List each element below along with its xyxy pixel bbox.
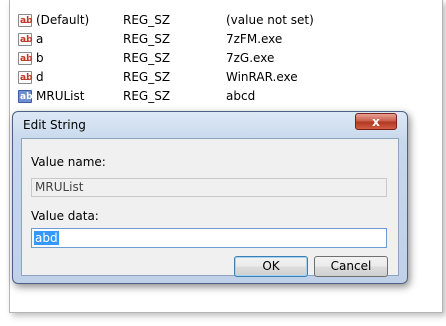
registry-value-name: (Default) <box>36 13 90 27</box>
registry-row-d[interactable]: ab d REG_SZ WinRAR.exe <box>18 69 428 87</box>
value-name-label: Value name: <box>31 155 106 169</box>
dialog-body: Value name: MRUList Value data: abd OK C… <box>21 138 399 277</box>
value-data-label: Value data: <box>31 209 99 223</box>
string-value-selected-icon: ab <box>18 90 33 103</box>
registry-value-name: MRUList <box>36 89 85 103</box>
registry-value-name: d <box>36 70 44 84</box>
registry-value-data: abcd <box>226 89 256 103</box>
registry-row-a[interactable]: ab a REG_SZ 7zFM.exe <box>18 31 428 49</box>
cancel-button[interactable]: Cancel <box>314 256 388 277</box>
registry-value-data: 7zFM.exe <box>226 32 283 46</box>
registry-value-name: b <box>36 51 44 65</box>
registry-value-data: WinRAR.exe <box>226 70 298 84</box>
string-value-icon: ab <box>18 52 33 65</box>
edit-string-dialog: Edit String x Value name: MRUList Value … <box>12 111 408 284</box>
value-name-field: MRUList <box>31 178 387 197</box>
value-data-input[interactable]: abd <box>31 228 387 248</box>
close-button[interactable]: x <box>355 113 397 130</box>
registry-value-data: 7zG.exe <box>226 51 275 65</box>
registry-row-b[interactable]: ab b REG_SZ 7zG.exe <box>18 50 428 68</box>
registry-value-type: REG_SZ <box>123 89 171 103</box>
registry-value-type: REG_SZ <box>123 32 171 46</box>
registry-value-type: REG_SZ <box>123 51 171 65</box>
dialog-title: Edit String <box>23 118 86 132</box>
registry-value-name: a <box>36 32 44 46</box>
value-data-text: abd <box>34 231 59 245</box>
string-value-icon: ab <box>18 33 33 46</box>
registry-value-data: (value not set) <box>226 13 314 27</box>
registry-value-type: REG_SZ <box>123 13 171 27</box>
ok-button[interactable]: OK <box>234 256 308 277</box>
close-icon: x <box>372 115 380 129</box>
registry-row-mrulist[interactable]: ab MRUList REG_SZ abcd <box>18 88 428 106</box>
registry-row-default[interactable]: ab (Default) REG_SZ (value not set) <box>18 12 428 30</box>
string-value-icon: ab <box>18 71 33 84</box>
string-value-icon: ab <box>18 14 33 27</box>
registry-value-type: REG_SZ <box>123 70 171 84</box>
